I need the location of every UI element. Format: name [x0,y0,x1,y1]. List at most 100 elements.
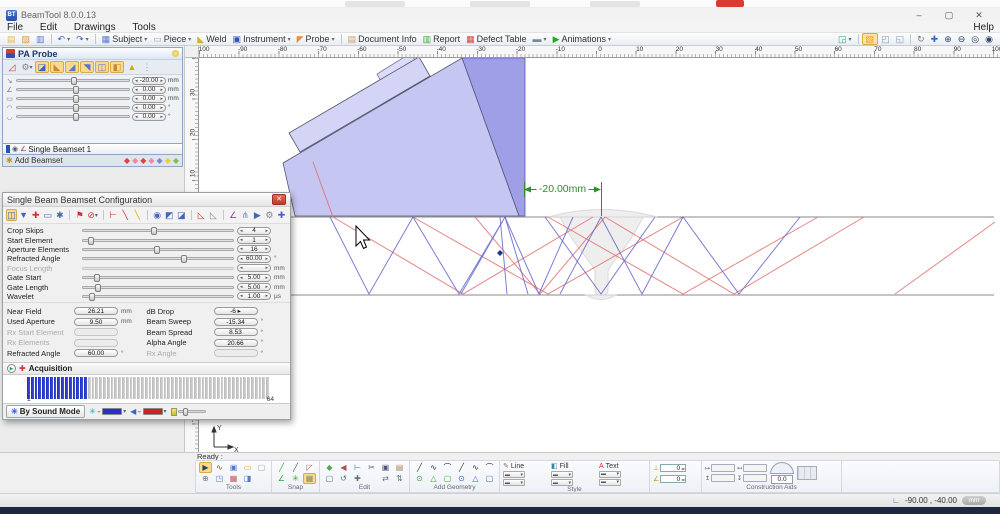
element-bar[interactable] [69,377,72,399]
element-bar[interactable] [50,377,53,399]
chevron-down-icon[interactable]: ▾ [86,36,89,43]
ribbon-tool-icon[interactable]: ⊙ [455,473,468,484]
slider-track[interactable] [82,229,234,232]
slider-thumb[interactable] [73,86,79,94]
element-bar[interactable] [80,377,83,399]
element-bar[interactable] [228,377,231,399]
element-bar[interactable] [224,377,227,399]
tool-button[interactable]: ⚙ [264,209,275,221]
element-bar[interactable] [262,377,265,399]
decrement-icon[interactable]: ◂ [240,228,243,234]
slider-track[interactable] [16,97,130,100]
element-bar[interactable] [205,377,208,399]
tool-button[interactable]: ◣ [50,61,64,73]
tool-button[interactable]: ◲▾ [835,33,855,45]
slider-thumb[interactable] [181,255,187,263]
ribbon-tool-icon[interactable]: ⇅ [393,473,406,484]
element-bar[interactable] [160,377,163,399]
increment-icon[interactable]: ▸ [265,275,268,281]
element-bar[interactable] [88,377,91,399]
tool-button[interactable]: ▭ [42,209,53,221]
tool-button[interactable]: ⊕ [941,33,955,45]
decrement-icon[interactable]: ◂ [240,256,243,262]
element-bar[interactable] [255,377,258,399]
slider-track[interactable] [82,276,234,279]
ribbon-tool-icon[interactable]: ▢ [323,473,336,484]
tool-button[interactable]: ◪ [35,61,49,73]
slider-value[interactable]: ◂1▸ [237,236,271,244]
beamset-type-icon[interactable]: ◆ [140,156,146,165]
fill-style-select[interactable]: ▬▾ [551,471,573,478]
ribbon-tool-icon[interactable]: ╱ [455,462,468,473]
ribbon-tool-icon[interactable]: ▤ [393,462,406,473]
mode1-color-picker[interactable]: ✳ ◒ ▾ [89,407,126,416]
slider-value[interactable]: ◂▸ [237,264,271,272]
tool-button[interactable]: ▥ [33,33,48,45]
element-bar[interactable] [221,377,224,399]
element-bar[interactable] [186,377,189,399]
ribbon-tool-icon[interactable]: ⊙ [413,473,426,484]
element-bar[interactable] [243,377,246,399]
tool-button[interactable]: ◪ [176,209,187,221]
slider-value[interactable]: ◂60.00▸ [237,255,271,263]
mode2-color-picker[interactable]: ◀ ◒ ▾ [130,407,166,416]
style-numeric-input[interactable]: 0 [660,464,686,472]
slider-thumb[interactable] [95,284,101,292]
element-bar[interactable] [122,377,125,399]
chevron-down-icon[interactable]: ▾ [95,212,98,219]
beamset-type-icon[interactable]: ◆ [124,156,130,165]
tool-button[interactable]: ▬▾ [530,33,550,45]
fill-style-select[interactable]: ▬▾ [551,479,573,486]
ribbon-tool-icon[interactable]: ◳ [213,473,226,484]
element-bar[interactable] [126,377,129,399]
decrement-icon[interactable]: ◂ [135,105,138,111]
ribbon-tool-icon[interactable]: ◸ [303,462,316,473]
ribbon-tool-icon[interactable]: ▣ [379,462,392,473]
slider-thumb[interactable] [73,104,79,112]
ribbon-tool-icon[interactable]: △ [427,473,440,484]
element-bar[interactable] [35,377,38,399]
element-bar[interactable] [198,377,201,399]
slider-value[interactable]: ◂16▸ [237,245,271,253]
play-icon[interactable]: ▶ [7,364,16,373]
element-bar[interactable] [156,377,159,399]
decrement-icon[interactable]: ◂ [135,78,138,84]
style-line-header[interactable]: ✎Line [503,462,550,470]
slider-value[interactable]: ◂-20.00▸ [132,77,166,85]
eye-icon[interactable]: ◉ [12,145,18,153]
element-bar[interactable] [251,377,254,399]
tool-button[interactable]: ◎ [968,33,982,45]
ribbon-tool-icon[interactable]: ▦ [227,473,240,484]
ribbon-tool-icon[interactable]: ⊕ [199,473,212,484]
text-style-select[interactable]: ▬▾ [599,479,621,486]
beamset-type-icon[interactable]: ◆ [132,156,138,165]
increment-icon[interactable]: ▸ [160,96,163,102]
ribbon-tool-icon[interactable]: ▣ [227,462,240,473]
opacity-slider-thumb[interactable] [183,408,188,416]
element-bar[interactable] [118,377,121,399]
element-bar[interactable] [54,377,57,399]
tool-button[interactable]: ✚ [30,209,41,221]
slider-track[interactable] [82,295,234,298]
slider-value[interactable]: ◂0.00▸ [132,95,166,103]
tool-button[interactable]: ▼ [18,209,29,221]
tool-button[interactable]: ✚ [928,33,942,45]
document-info-button[interactable]: ▤Document Info [345,33,420,45]
tool-button[interactable]: ◧ [110,61,124,73]
increment-icon[interactable]: ▸ [265,246,268,252]
decrement-icon[interactable]: ◂ [135,87,138,93]
ribbon-tool-icon[interactable]: ✚ [351,473,364,484]
element-bar[interactable] [164,377,167,399]
tool-button[interactable]: ↷▾ [73,33,92,45]
tool-button[interactable]: ◺ [208,209,219,221]
add-beamset-row[interactable]: ✱ Add Beamset ◆◆◆◆◆◆◆ [2,155,183,167]
defect-table-button[interactable]: ▦Defect Table [463,33,529,45]
tool-button[interactable]: ◰ [878,33,893,45]
chevron-down-icon[interactable]: ▾ [544,36,547,43]
element-bar[interactable] [149,377,152,399]
slider-thumb[interactable] [151,227,157,235]
element-bar[interactable] [217,377,220,399]
construction-input[interactable] [711,474,735,482]
probe-button[interactable]: ◤Probe▾ [294,33,338,45]
beamset-type-icon[interactable]: ◆ [165,156,171,165]
